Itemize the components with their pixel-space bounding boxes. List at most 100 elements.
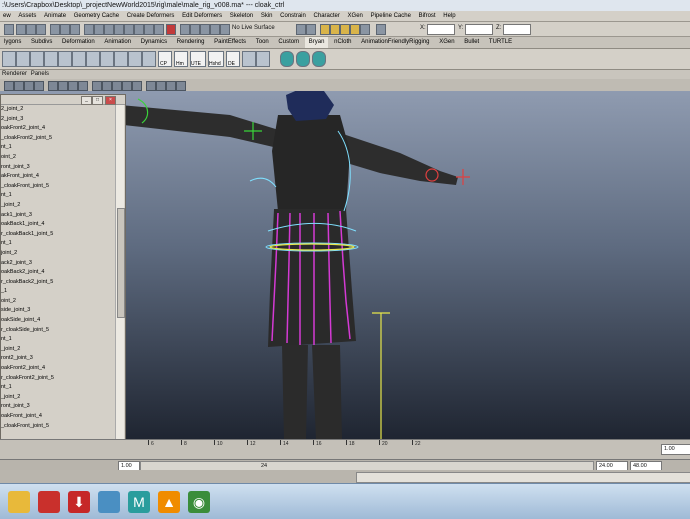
- bookmark-icon[interactable]: [24, 81, 34, 91]
- wireframe-icon[interactable]: [92, 81, 102, 91]
- time-slider[interactable]: 6 8 10 12 14 16 18 20 22 1.00: [0, 439, 690, 460]
- outliner-row[interactable]: joint_2: [1, 249, 115, 259]
- outliner-row[interactable]: oakSide_joint_4: [1, 316, 115, 326]
- hypershade-icon[interactable]: [360, 24, 370, 35]
- outliner-row[interactable]: _joint_2: [1, 345, 115, 355]
- outliner-row[interactable]: oakFront2_joint_4: [1, 124, 115, 134]
- shelf-tool-icon[interactable]: [100, 51, 114, 67]
- gate-mask-icon[interactable]: [78, 81, 88, 91]
- select-handle-icon[interactable]: [84, 24, 94, 35]
- x-coord-field[interactable]: [427, 24, 455, 35]
- outliner-row[interactable]: oakBack1_joint_4: [1, 220, 115, 230]
- shelf-tab-subdivs[interactable]: Subdivs: [27, 37, 56, 48]
- outliner-row[interactable]: oakBack2_joint_4: [1, 268, 115, 278]
- snap-point-icon[interactable]: [200, 24, 210, 35]
- cp-button[interactable]: CP: [158, 51, 172, 67]
- menu-edit-deformers[interactable]: Edit Deformers: [179, 11, 225, 21]
- menu-constrain[interactable]: Constrain: [277, 11, 309, 21]
- shelf-tab-dynamics[interactable]: Dynamics: [137, 37, 171, 48]
- select-object-icon[interactable]: [60, 24, 70, 35]
- outliner-row[interactable]: _1: [1, 287, 115, 297]
- outliner-row[interactable]: side_joint_3: [1, 306, 115, 316]
- outliner-row[interactable]: nt_1: [1, 191, 115, 201]
- time-end-field[interactable]: 1.00: [661, 444, 690, 455]
- wireframe-on-shaded-icon[interactable]: [112, 81, 122, 91]
- menu-set-icon[interactable]: [4, 24, 14, 35]
- select-render-icon[interactable]: [144, 24, 154, 35]
- input-history-icon[interactable]: [296, 24, 306, 35]
- shelf-tab-custom[interactable]: Custom: [274, 37, 303, 48]
- outliner-row[interactable]: ront2_joint_3: [1, 354, 115, 364]
- outliner-row[interactable]: nt_1: [1, 383, 115, 393]
- snap-grid-icon[interactable]: [180, 24, 190, 35]
- shelf-tab-deformation[interactable]: Deformation: [58, 37, 99, 48]
- textured-icon[interactable]: [122, 81, 132, 91]
- shelf-tool-icon[interactable]: [256, 51, 270, 67]
- outliner-row[interactable]: r_cloakSide_joint_5: [1, 326, 115, 336]
- isolate-select-icon[interactable]: [156, 81, 166, 91]
- menu-character[interactable]: Character: [311, 11, 343, 21]
- shelf-tab-ncloth[interactable]: nCloth: [330, 37, 355, 48]
- command-feedback-field[interactable]: [356, 472, 690, 483]
- menu-xgen[interactable]: XGen: [345, 11, 366, 21]
- outliner-scroll-thumb[interactable]: [117, 208, 125, 318]
- outliner-row[interactable]: ack2_joint_3: [1, 259, 115, 269]
- new-scene-icon[interactable]: [16, 24, 26, 35]
- menu-help[interactable]: Help: [440, 11, 458, 21]
- outliner-row[interactable]: akFront_joint_4: [1, 172, 115, 182]
- outliner-row[interactable]: oint_2: [1, 297, 115, 307]
- ute-button[interactable]: UTE: [190, 51, 206, 67]
- outliner-row[interactable]: _cloakFront2_joint_5: [1, 134, 115, 144]
- maya-icon[interactable]: M: [128, 491, 150, 513]
- lock-selection-icon[interactable]: [166, 24, 176, 35]
- camera-icon[interactable]: [4, 81, 14, 91]
- outliner-row[interactable]: r_cloakBack1_joint_5: [1, 230, 115, 240]
- outliner-header[interactable]: _ □ ×: [1, 95, 125, 105]
- menu-panels[interactable]: Panels: [31, 71, 49, 77]
- shelf-tool-icon[interactable]: [128, 51, 142, 67]
- close-button[interactable]: ×: [105, 96, 116, 105]
- menu-renderer[interactable]: Renderer: [2, 71, 27, 77]
- make-live-icon[interactable]: [220, 24, 230, 35]
- shelf-tab-xgen[interactable]: XGen: [435, 37, 458, 48]
- shelf-script-icon[interactable]: [312, 51, 326, 67]
- de-button[interactable]: DE: [226, 51, 240, 67]
- xray-joints-icon[interactable]: [176, 81, 186, 91]
- shelf-tool-icon[interactable]: [114, 51, 128, 67]
- outliner-row[interactable]: oint_2: [1, 153, 115, 163]
- shelf-tool-icon[interactable]: [72, 51, 86, 67]
- open-scene-icon[interactable]: [26, 24, 36, 35]
- shelf-script-icon[interactable]: [280, 51, 294, 67]
- pdf-icon[interactable]: [38, 491, 60, 513]
- menu-skeleton[interactable]: Skeleton: [227, 11, 256, 21]
- menu-view[interactable]: ew: [0, 11, 14, 21]
- input-mode-icon[interactable]: [376, 24, 386, 35]
- snap-curve-icon[interactable]: [190, 24, 200, 35]
- render-view-icon[interactable]: [320, 24, 330, 35]
- outliner-row[interactable]: r_cloakFront2_joint_5: [1, 374, 115, 384]
- shelf-tool-icon[interactable]: [16, 51, 30, 67]
- shelf-tab-animation[interactable]: Animation: [100, 37, 135, 48]
- shelf-tab-turtle[interactable]: TURTLE: [485, 37, 516, 48]
- xray-icon[interactable]: [166, 81, 176, 91]
- shelf-tool-icon[interactable]: [30, 51, 44, 67]
- maximize-button[interactable]: □: [92, 96, 103, 105]
- shelf-tab-toon[interactable]: Toon: [252, 37, 273, 48]
- hshd-button[interactable]: Hshd: [208, 51, 224, 67]
- select-joint-icon[interactable]: [94, 24, 104, 35]
- select-hierarchy-icon[interactable]: [50, 24, 60, 35]
- snap-view-plane-icon[interactable]: [210, 24, 220, 35]
- shelf-tab-painteffects[interactable]: PaintEffects: [210, 37, 250, 48]
- select-dynamic-icon[interactable]: [134, 24, 144, 35]
- menu-bifrost[interactable]: Bifrost: [416, 11, 439, 21]
- output-history-icon[interactable]: [306, 24, 316, 35]
- z-coord-field[interactable]: [503, 24, 531, 35]
- outliner-row[interactable]: _joint_2: [1, 201, 115, 211]
- menu-pipeline-cache[interactable]: Pipeline Cache: [368, 11, 414, 21]
- chrome-icon[interactable]: ◉: [188, 491, 210, 513]
- shadows-icon[interactable]: [146, 81, 156, 91]
- outliner-row[interactable]: ront_joint_3: [1, 402, 115, 412]
- outliner-row[interactable]: _cloakFront_joint_5: [1, 422, 115, 432]
- shelf-tab-polygons[interactable]: lygons: [0, 37, 25, 48]
- outliner-row[interactable]: r_cloakBack2_joint_5: [1, 278, 115, 288]
